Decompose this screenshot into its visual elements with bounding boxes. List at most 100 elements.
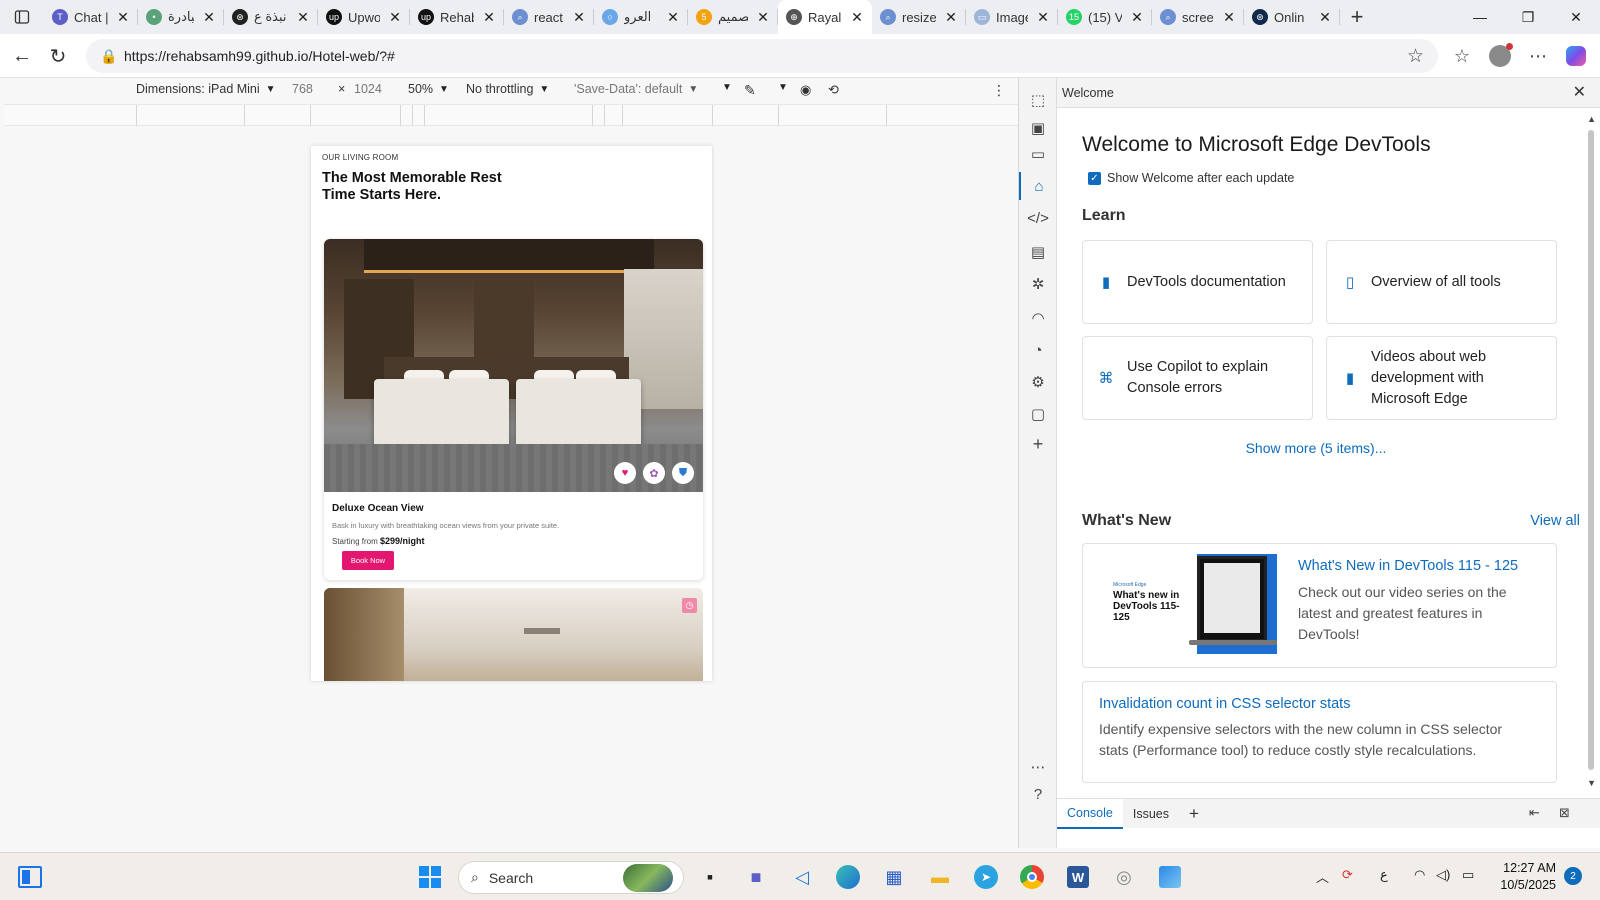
heart-icon[interactable]: ♥ — [614, 462, 636, 484]
sources-bug-icon[interactable]: ✲ — [1019, 270, 1057, 298]
favorites-icon[interactable]: ☆ — [1444, 38, 1480, 74]
overflow-icon[interactable]: ⋯ — [1019, 753, 1057, 781]
add-drawer-tab-icon[interactable]: + — [1179, 799, 1209, 829]
browser-tab[interactable]: ⌕ resize ✕ — [872, 0, 966, 34]
close-tab-icon[interactable]: ✕ — [294, 9, 312, 26]
wifi-icon[interactable]: ◠ — [1414, 867, 1425, 883]
checkbox-checked-icon[interactable]: ✓ — [1088, 171, 1101, 185]
scroll-down-icon[interactable]: ▼ — [1587, 778, 1596, 788]
welcome-tab[interactable]: Welcome — [1062, 86, 1114, 100]
view-all-link[interactable]: View all — [1530, 513, 1580, 529]
site-info-icon[interactable]: 🔒 — [94, 48, 124, 65]
close-tab-icon[interactable]: ✕ — [1220, 9, 1238, 26]
device-options-dropdown[interactable]: ▼ — [778, 82, 788, 93]
close-tab-icon[interactable]: ✕ — [200, 9, 218, 26]
url-text[interactable]: https://rehabsamh99.github.io/Hotel-web/… — [124, 48, 395, 64]
ime-indicator[interactable]: ع — [1380, 867, 1388, 883]
learn-card-videos[interactable]: ▮ Videos about web development with Micr… — [1326, 336, 1557, 420]
notification-badge[interactable]: 2 — [1564, 867, 1582, 885]
minimize-button[interactable]: — — [1456, 0, 1504, 34]
browser-tab[interactable]: ▭ Image ✕ — [966, 0, 1058, 34]
sync-icon[interactable]: ⟳ — [1342, 867, 1353, 883]
show-welcome-checkbox[interactable]: ✓ Show Welcome after each update — [1088, 171, 1294, 185]
close-drawer-icon[interactable]: ⊠ — [1559, 805, 1570, 821]
room-card[interactable]: ♥ ✿ ⛊ Deluxe Ocean View Bask in luxury w… — [324, 239, 703, 580]
throttling-select[interactable]: No throttling ▼ — [466, 82, 549, 96]
copilot-icon[interactable] — [1558, 38, 1594, 74]
browser-tab[interactable]: ⌕ scree ✕ — [1152, 0, 1244, 34]
browser-tab[interactable]: ⌕ react ✕ — [504, 0, 594, 34]
refresh-button[interactable]: ↻ — [40, 38, 76, 74]
dock-icon[interactable]: ▭ — [1019, 140, 1057, 168]
browser-tab[interactable]: 15 (15) V ✕ — [1058, 0, 1152, 34]
book-now-button[interactable]: Book Now — [342, 551, 394, 570]
vision-deficiency-icon[interactable]: ◉ — [800, 82, 811, 98]
width-input[interactable]: 768 — [292, 82, 313, 96]
store-icon[interactable]: ▦ — [878, 861, 910, 893]
widgets-icon[interactable] — [14, 861, 46, 893]
spa-icon[interactable]: ✿ — [643, 462, 665, 484]
photos-icon[interactable] — [1154, 861, 1186, 893]
system-clock[interactable]: 12:27 AM 10/5/2025 — [1494, 860, 1556, 894]
browser-tab[interactable]: up Upwo ✕ — [318, 0, 410, 34]
close-tab-icon[interactable]: ✕ — [664, 9, 682, 26]
shield-icon[interactable]: ⛊ — [672, 462, 694, 484]
close-tab-icon[interactable]: ✕ — [480, 9, 498, 26]
home-icon[interactable]: ⌂ — [1019, 172, 1057, 200]
chevron-up-icon[interactable]: ︿ — [1316, 867, 1329, 886]
profile-avatar[interactable] — [1482, 38, 1518, 74]
taskbar-search[interactable]: ⌕ Search — [458, 861, 684, 894]
news-title-link[interactable]: Invalidation count in CSS selector stats — [1099, 696, 1350, 712]
word-icon[interactable]: W — [1062, 861, 1094, 893]
room-card[interactable]: ◷ — [324, 588, 703, 681]
address-bar[interactable]: 🔒 https://rehabsamh99.github.io/Hotel-we… — [86, 39, 1438, 73]
browser-tab[interactable]: ⊛ نبذة ع ✕ — [224, 0, 318, 34]
more-options-dropdown[interactable]: ▼ — [722, 82, 732, 93]
device-emulation-icon[interactable]: ▣ — [1019, 114, 1057, 142]
close-tab-icon[interactable]: ✕ — [1316, 9, 1334, 26]
browser-tab[interactable]: T Chat | ✕ — [44, 0, 138, 34]
news-title-link[interactable]: What's New in DevTools 115 - 125 — [1298, 558, 1518, 574]
browser-tab[interactable]: • مبادرة ✕ — [138, 0, 224, 34]
file-explorer-icon[interactable]: ▬ — [924, 861, 956, 893]
close-tab-icon[interactable]: ✕ — [386, 9, 404, 26]
eyedropper-icon[interactable]: ✎ — [744, 82, 756, 99]
vscode-icon[interactable]: ◁ — [786, 861, 818, 893]
close-tab-icon[interactable]: ✕ — [1034, 9, 1052, 26]
app-icon[interactable]: ◎ — [1108, 861, 1140, 893]
browser-tab[interactable]: 5 تصميم ✕ — [688, 0, 778, 34]
save-data-select[interactable]: 'Save-Data': default ▼ — [574, 82, 698, 96]
rotate-icon[interactable]: ⟲ — [828, 82, 839, 98]
battery-icon[interactable]: ▭ — [1462, 867, 1474, 883]
restore-button[interactable]: ❐ — [1504, 0, 1552, 34]
height-value[interactable]: 1024 — [354, 82, 382, 96]
new-tab-button[interactable]: + — [1340, 0, 1374, 34]
close-tab-icon[interactable]: ✕ — [570, 9, 588, 26]
issues-drawer-tab[interactable]: Issues — [1123, 799, 1179, 829]
zoom-select[interactable]: 50% ▼ — [408, 82, 449, 96]
favorite-star-icon[interactable]: ☆ — [1407, 45, 1424, 68]
close-icon[interactable]: ✕ — [1573, 82, 1586, 102]
scroll-up-icon[interactable]: ▲ — [1587, 114, 1596, 124]
chrome-icon[interactable] — [1016, 861, 1048, 893]
close-tab-icon[interactable]: ✕ — [848, 9, 866, 26]
learn-card-copilot[interactable]: ⌘ Use Copilot to explain Console errors — [1082, 336, 1313, 420]
device-select[interactable]: Dimensions: iPad Mini ▼ — [136, 82, 276, 96]
application-icon[interactable]: ▢ — [1019, 400, 1057, 428]
network-icon[interactable]: ◠ — [1019, 304, 1057, 332]
elements-icon[interactable]: </> — [1019, 204, 1057, 232]
browser-tab[interactable]: ⊕ Rayal ✕ — [778, 0, 872, 34]
console-drawer-tab[interactable]: Console — [1057, 798, 1123, 829]
show-more-link[interactable]: Show more (5 items)... — [1057, 440, 1575, 456]
performance-icon[interactable]: ◔ — [1019, 336, 1057, 364]
close-tab-icon[interactable]: ✕ — [754, 9, 772, 26]
telegram-icon[interactable]: ➤ — [970, 861, 1002, 893]
dock-drawer-icon[interactable]: ⇤ — [1529, 805, 1540, 821]
height-input[interactable]: 1024 — [354, 82, 382, 96]
news-card[interactable]: Microsoft Edge What's new in DevTools 11… — [1082, 543, 1557, 668]
devtools-scrollbar[interactable] — [1588, 130, 1594, 770]
device-toolbar-more-icon[interactable]: ⋮ — [992, 82, 1006, 99]
edge-icon[interactable] — [832, 861, 864, 893]
learn-card-overview[interactable]: ▯ Overview of all tools — [1326, 240, 1557, 324]
more-menu-icon[interactable]: ⋯ — [1520, 38, 1556, 74]
